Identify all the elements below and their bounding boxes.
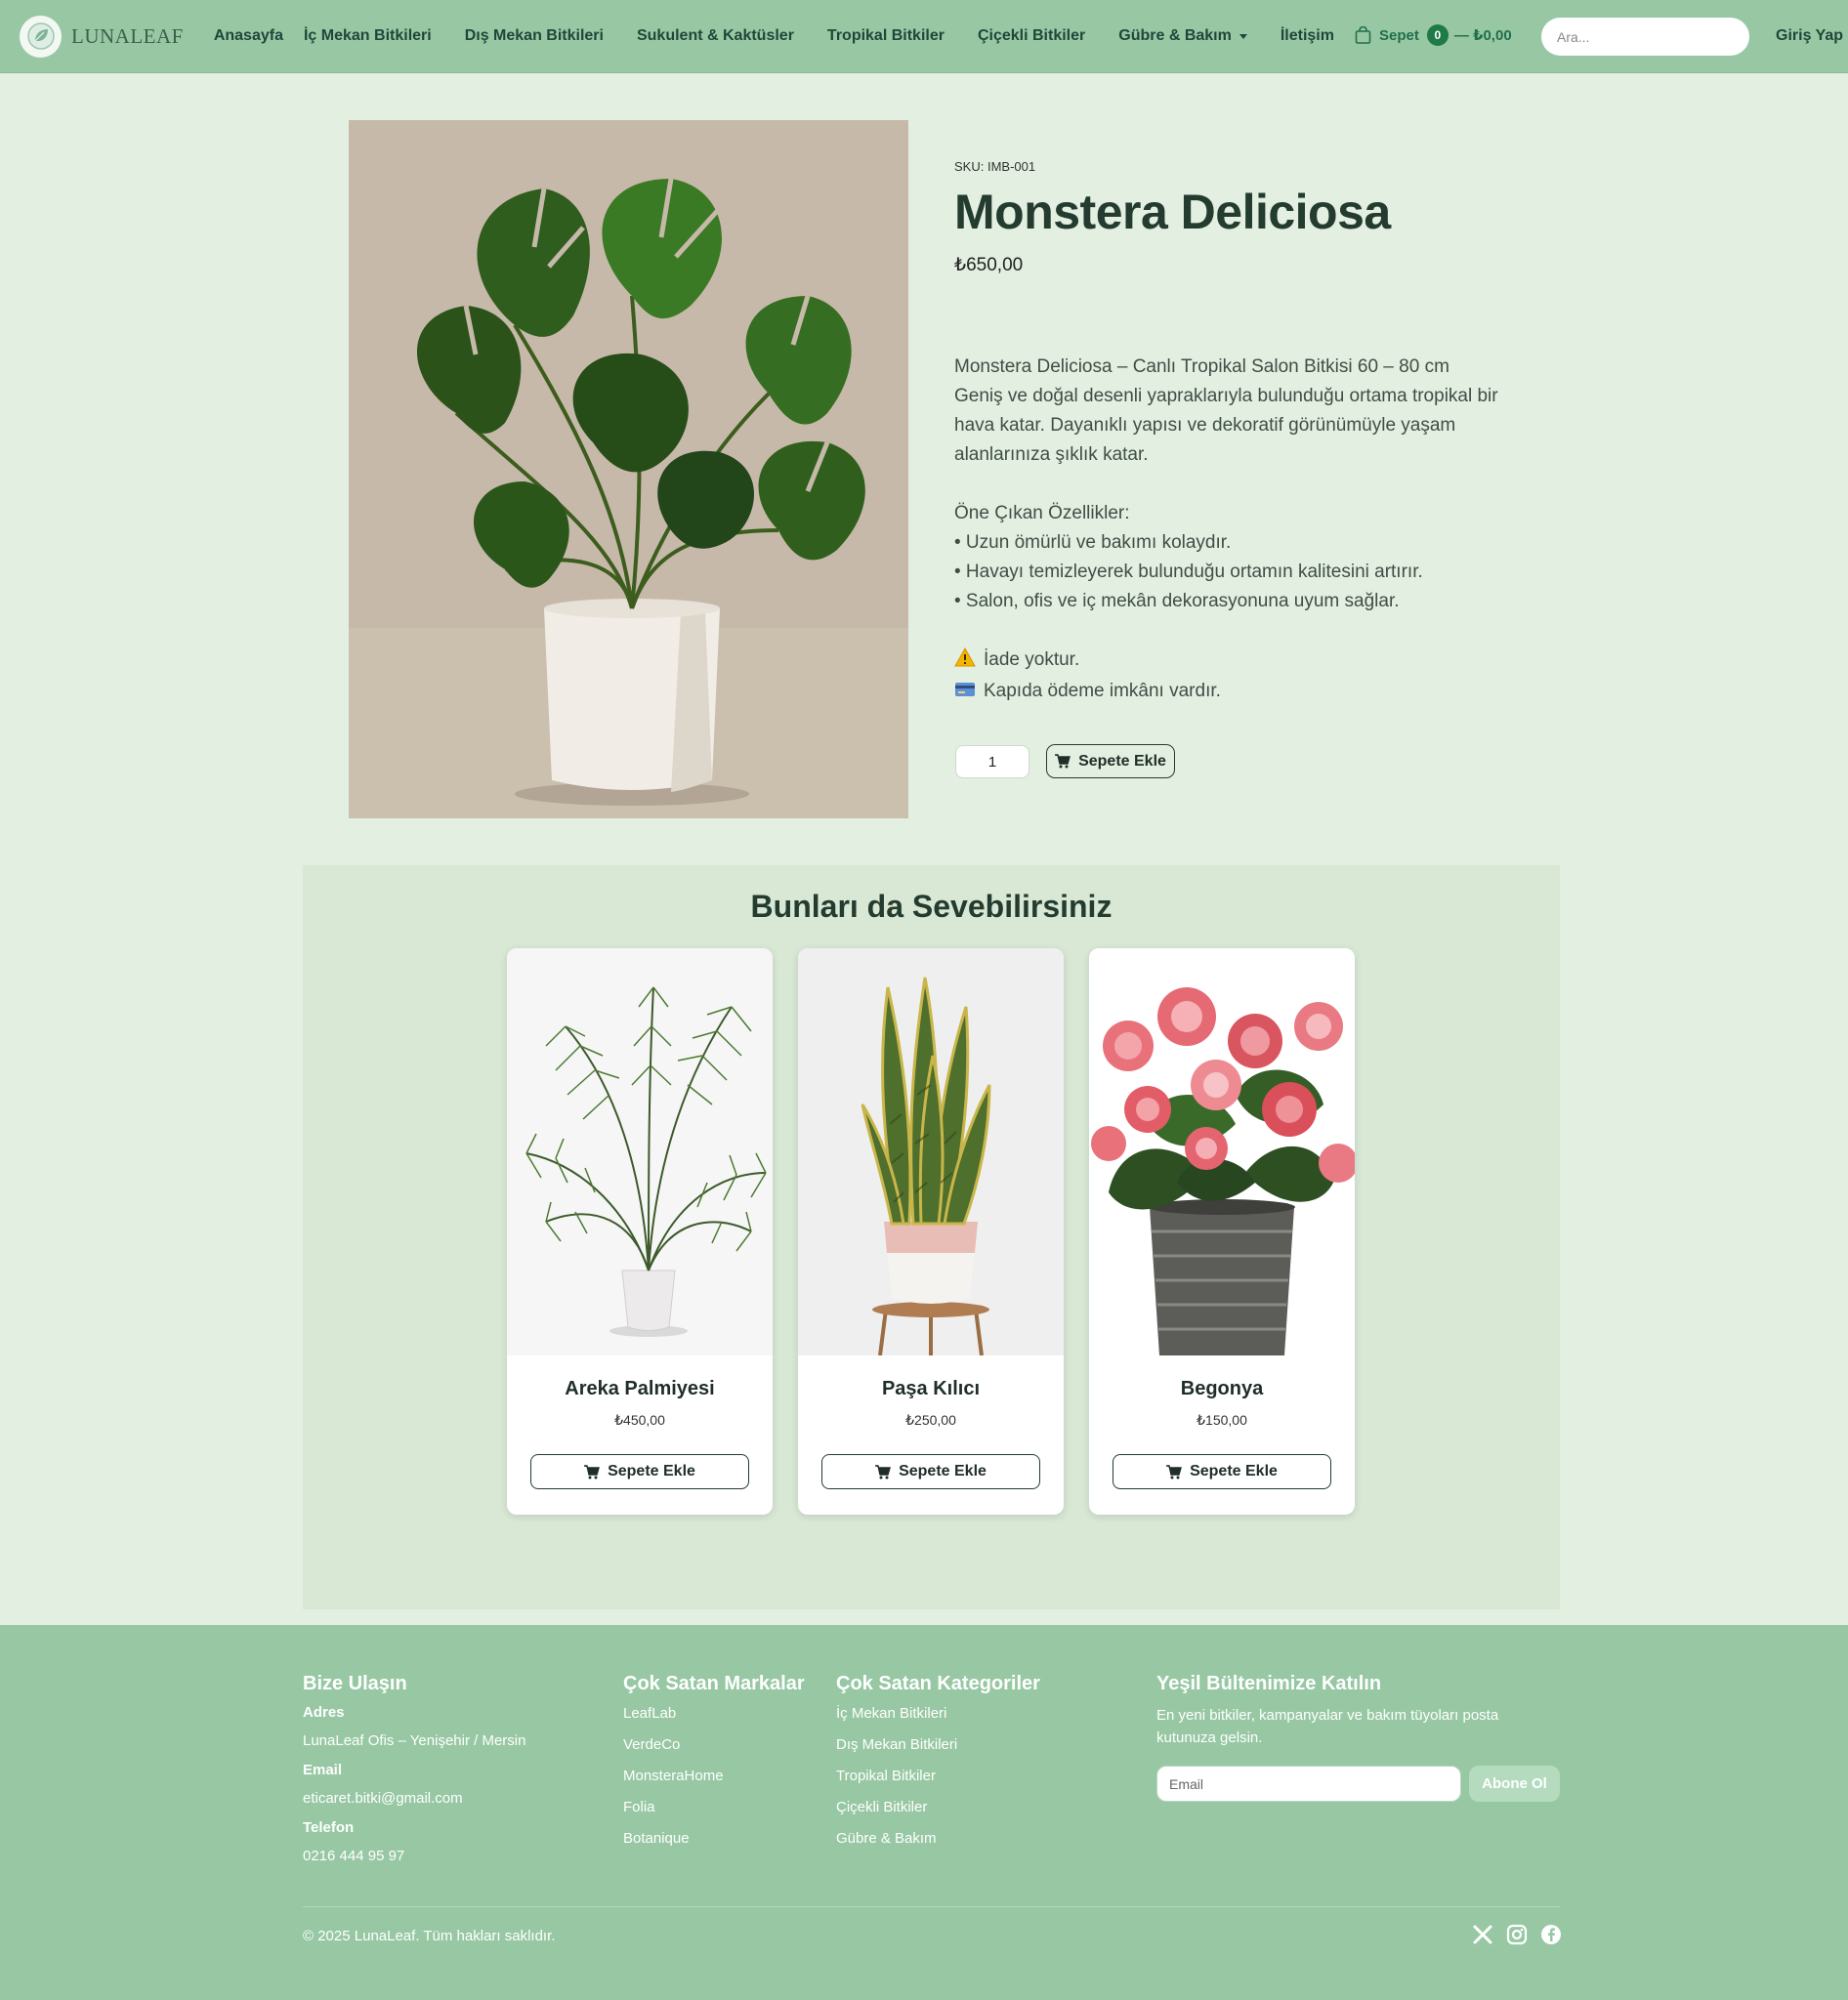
product-description: Monstera Deliciosa – Canlı Tropikal Salo…: [954, 353, 1501, 708]
footer-brand-link[interactable]: VerdeCo: [623, 1736, 680, 1753]
product-card[interactable]: Begonya ₺150,00 Sepete Ekle: [1089, 948, 1355, 1515]
top-navbar: LUNALEAF Anasayfa İç Mekan Bitkileri Dış…: [0, 0, 1848, 73]
desc-line-2: Geniş ve doğal desenli yapraklarıyla bul…: [954, 386, 1498, 465]
footer-newsletter-text: En yeni bitkiler, kampanyalar ve bakım t…: [1156, 1707, 1499, 1746]
add-to-cart-label: Sepete Ekle: [1078, 752, 1166, 770]
features-title: Öne Çıkan Özellikler:: [954, 503, 1130, 523]
footer-contact-title: Bize Ulaşın: [303, 1673, 407, 1694]
add-to-cart-button[interactable]: Sepete Ekle: [1046, 744, 1175, 778]
footer-category-link[interactable]: Gübre & Bakım: [836, 1830, 937, 1847]
leaf-logo-icon: [20, 15, 62, 58]
card-price: ₺150,00: [1197, 1412, 1247, 1428]
card-button-label: Sepete Ekle: [1190, 1463, 1278, 1479]
cart-icon: [1166, 1464, 1183, 1479]
credit-card-icon: [954, 679, 976, 708]
footer-categories-title: Çok Satan Kategoriler: [836, 1673, 1040, 1694]
product-info: SKU: IMB-001 Monstera Deliciosa ₺650,00: [954, 159, 1501, 276]
footer-address: LunaLeaf Ofis – Yenişehir / Mersin: [303, 1732, 526, 1749]
notice-payment: Kapıda ödeme imkânı vardır.: [954, 677, 1501, 708]
begonia-image: [1089, 948, 1355, 1355]
newsletter-email-input[interactable]: [1156, 1766, 1461, 1802]
desc-line-1: Monstera Deliciosa – Canlı Tropikal Salo…: [954, 356, 1449, 377]
product-price: ₺650,00: [954, 255, 1024, 275]
related-products: Bunları da Sevebilirsiniz Areka Palmiyes…: [303, 865, 1560, 1609]
warning-icon: [954, 646, 976, 677]
cart-icon: [584, 1464, 601, 1479]
card-price: ₺450,00: [614, 1412, 665, 1428]
cart-button[interactable]: Sepet 0 — ₺0,00: [1355, 24, 1512, 46]
product-card[interactable]: Paşa Kılıcı ₺250,00 Sepete Ekle: [798, 948, 1064, 1515]
nav-fertilizer-label: Gübre & Bakım: [1118, 27, 1232, 44]
cart-icon: [875, 1464, 892, 1479]
nav-flowering[interactable]: Çiçekli Bitkiler: [978, 27, 1085, 45]
product-card[interactable]: Areka Palmiyesi ₺450,00 Sepete Ekle: [507, 948, 773, 1515]
footer-category-link[interactable]: Çiçekli Bitkiler: [836, 1799, 927, 1815]
cart-icon: [1055, 754, 1071, 769]
footer-phone-label: Telefon: [303, 1819, 355, 1836]
cart-total: — ₺0,00: [1453, 27, 1512, 44]
footer-category-link[interactable]: İç Mekan Bitkileri: [836, 1705, 946, 1722]
areka-palm-image: [507, 948, 773, 1355]
quantity-input[interactable]: [955, 745, 1029, 778]
search-input[interactable]: [1541, 18, 1749, 56]
card-button-label: Sepete Ekle: [899, 1463, 987, 1479]
login-link[interactable]: Giriş Yap: [1776, 27, 1843, 45]
cart-label: Sepet: [1379, 26, 1419, 44]
nav-fertilizer-dropdown[interactable]: Gübre & Bakım: [1118, 27, 1247, 45]
footer-address-label: Adres: [303, 1704, 345, 1721]
nav-tropical[interactable]: Tropikal Bitkiler: [827, 27, 945, 45]
footer-phone[interactable]: 0216 444 95 97: [303, 1848, 404, 1864]
footer-newsletter-title: Yeşil Bültenimize Katılın: [1156, 1673, 1382, 1694]
footer-email-label: Email: [303, 1762, 343, 1778]
nav-home[interactable]: Anasayfa: [214, 27, 283, 45]
product-sku: SKU: IMB-001: [954, 159, 1036, 174]
notice-payment-text: Kapıda ödeme imkânı vardır.: [984, 681, 1221, 701]
cart-count-badge: 0: [1426, 24, 1449, 46]
product-image: [349, 120, 908, 818]
card-name: Begonya: [1180, 1378, 1264, 1399]
card-add-to-cart-button[interactable]: Sepete Ekle: [1113, 1454, 1331, 1489]
card-button-label: Sepete Ekle: [608, 1463, 695, 1479]
footer-email-link[interactable]: eticaret.bitki@gmail.com: [303, 1790, 463, 1807]
snake-plant-image: [798, 948, 1064, 1355]
facebook-icon[interactable]: [1540, 1924, 1562, 1945]
footer-brands-title: Çok Satan Markalar: [623, 1673, 805, 1694]
shopping-bag-icon: [1355, 26, 1371, 44]
nav-succulents[interactable]: Sukulent & Kaktüsler: [637, 27, 794, 45]
card-price: ₺250,00: [905, 1412, 956, 1428]
footer-brand-link[interactable]: MonsteraHome: [623, 1768, 724, 1784]
footer-category-link[interactable]: Tropikal Bitkiler: [836, 1768, 936, 1784]
notice-return: İade yoktur.: [954, 646, 1501, 677]
feature-3: • Salon, ofis ve iç mekân dekorasyonuna …: [954, 591, 1400, 611]
card-add-to-cart-button[interactable]: Sepete Ekle: [530, 1454, 749, 1489]
instagram-icon[interactable]: [1506, 1924, 1528, 1945]
notice-return-text: İade yoktur.: [984, 649, 1080, 670]
feature-1: • Uzun ömürlü ve bakımı kolaydır.: [954, 532, 1232, 553]
caret-down-icon: [1239, 33, 1247, 39]
footer: Bize Ulaşın Adres LunaLeaf Ofis – Yenişe…: [0, 1625, 1848, 2000]
brand-name: LUNALEAF: [71, 23, 184, 48]
footer-brand-link[interactable]: Folia: [623, 1799, 655, 1815]
brand[interactable]: LUNALEAF: [20, 15, 184, 58]
product-title: Monstera Deliciosa: [954, 185, 1391, 239]
footer-brand-link[interactable]: LeafLab: [623, 1705, 676, 1722]
subscribe-button[interactable]: Abone Ol: [1469, 1766, 1560, 1802]
feature-2: • Havayı temizleyerek bulunduğu ortamın …: [954, 562, 1423, 582]
card-name: Areka Palmiyesi: [565, 1378, 715, 1399]
main-menu: Anasayfa İç Mekan Bitkileri Dış Mekan Bi…: [214, 27, 1367, 45]
footer-category-link[interactable]: Dış Mekan Bitkileri: [836, 1736, 957, 1753]
nav-contact[interactable]: İletişim: [1281, 27, 1334, 45]
related-title: Bunları da Sevebilirsiniz: [750, 889, 1113, 924]
x-icon[interactable]: [1472, 1924, 1493, 1945]
nav-indoor-plants[interactable]: İç Mekan Bitkileri: [304, 27, 432, 45]
footer-divider: [303, 1906, 1560, 1907]
copyright: © 2025 LunaLeaf. Tüm hakları saklıdır.: [303, 1928, 556, 1944]
footer-brand-link[interactable]: Botanique: [623, 1830, 690, 1847]
card-name: Paşa Kılıcı: [881, 1378, 981, 1399]
card-add-to-cart-button[interactable]: Sepete Ekle: [821, 1454, 1040, 1489]
nav-outdoor-plants[interactable]: Dış Mekan Bitkileri: [465, 27, 604, 45]
